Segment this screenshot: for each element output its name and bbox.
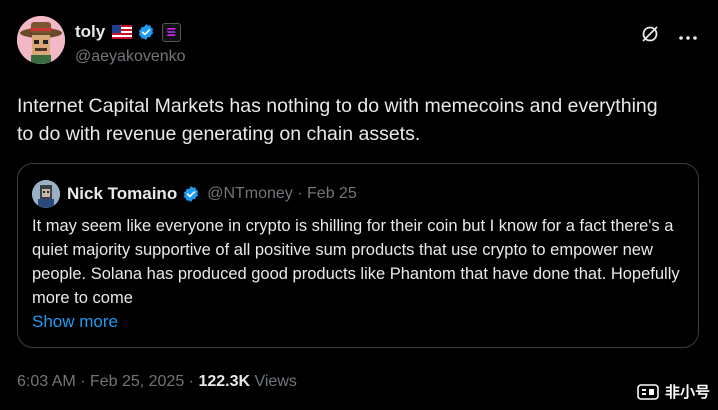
author-handle[interactable]: @aeyakovenko: [75, 48, 186, 66]
tweet-footer: 6:03 AM · Feb 25, 2025 · 122.3K Views: [17, 373, 297, 391]
views-count: 122.3K: [198, 373, 251, 390]
show-more-link[interactable]: Show more: [32, 312, 118, 332]
tweet-actions-top: [640, 24, 698, 49]
solana-affiliate-icon[interactable]: [162, 22, 182, 42]
watermark-text: 非小号: [664, 384, 710, 401]
watermark: 非小号: [637, 381, 710, 402]
quoted-tweet[interactable]: Nick Tomaino @NTmoney · Feb 25 It may se…: [17, 163, 699, 348]
quoted-author-name: Nick Tomaino: [67, 184, 178, 203]
views-label: Views: [250, 373, 297, 390]
quoted-tweet-header: Nick Tomaino @NTmoney · Feb 25: [32, 180, 357, 208]
verified-badge-icon[interactable]: [137, 23, 155, 41]
author-avatar[interactable]: [17, 16, 65, 64]
grok-icon[interactable]: [640, 24, 660, 49]
verified-badge-icon: [184, 186, 199, 202]
tweet-header: toly @aeyakovenko: [75, 20, 186, 66]
quoted-tweet-text: It may seem like everyone in crypto is s…: [32, 217, 680, 307]
us-flag-icon: [112, 25, 133, 39]
tweet-text: Internet Capital Markets has nothing to …: [17, 95, 658, 145]
quoted-handle-date: @NTmoney · Feb 25: [207, 185, 357, 202]
quoted-author-avatar: [32, 180, 60, 208]
timestamp[interactable]: 6:03 AM · Feb 25, 2025 ·: [17, 373, 198, 390]
more-icon[interactable]: [678, 28, 698, 46]
watermark-logo-icon: [637, 383, 659, 400]
author-name[interactable]: toly: [75, 22, 105, 42]
